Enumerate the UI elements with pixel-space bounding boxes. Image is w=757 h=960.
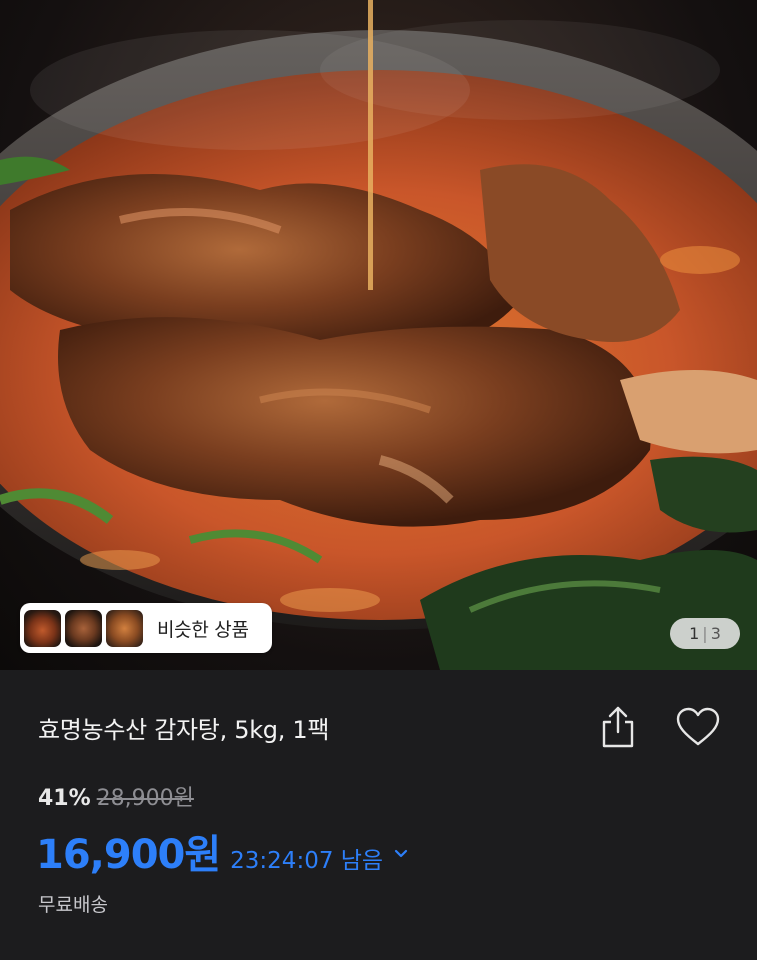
discount-rate: 41% <box>38 786 91 811</box>
product-title: 효명농수산 감자탕, 5kg, 1팩 <box>38 716 330 744</box>
similar-product-thumbnail <box>65 609 102 647</box>
heart-icon <box>676 707 720 746</box>
similar-product-thumbnail <box>24 609 61 647</box>
page-total: 3 <box>710 624 721 643</box>
sale-price: 16,900원 <box>36 832 221 878</box>
image-page-indicator: 1 | 3 <box>670 618 740 649</box>
share-icon <box>602 706 634 748</box>
deal-timer: 23:24:07 남음 <box>230 848 384 874</box>
similar-products-label: 비슷한 상품 <box>157 618 249 641</box>
share-button[interactable] <box>598 704 638 750</box>
page-current: 1 <box>689 624 700 643</box>
discount-row: 41% 28,900원 <box>38 780 194 812</box>
product-image[interactable]: 비슷한 상품 1 | 3 <box>0 0 757 670</box>
original-price: 28,900원 <box>96 786 194 811</box>
page-separator: | <box>702 624 708 643</box>
product-page: 비슷한 상품 1 | 3 효명농수산 감자탕, 5kg, 1팩 41% 28,9… <box>0 0 757 960</box>
wishlist-button[interactable] <box>675 706 721 748</box>
shipping-info: 무료배송 <box>38 894 108 916</box>
chevron-down-icon[interactable] <box>393 845 409 864</box>
similar-products-button[interactable]: 비슷한 상품 <box>20 603 272 653</box>
similar-product-thumbnail <box>106 609 143 647</box>
food-photo <box>0 0 757 670</box>
price-row: 16,900원 23:24:07 남음 <box>36 822 409 880</box>
